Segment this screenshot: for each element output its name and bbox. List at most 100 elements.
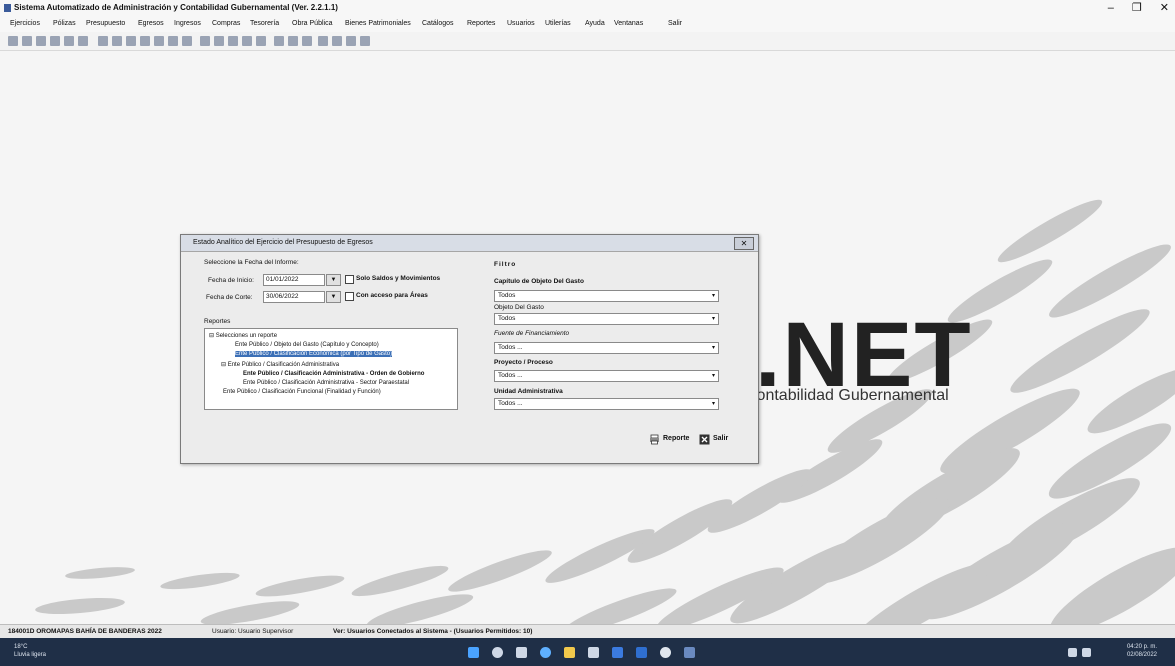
toolbar-icon[interactable] [318,36,328,46]
toolbar-icon[interactable] [360,36,370,46]
menu-ventanas[interactable]: Ventanas [614,16,643,32]
toolbar-icon[interactable] [182,36,192,46]
fecha-corte-calendar-button[interactable]: ▼ [326,291,341,303]
dialog-title-bar[interactable]: Estado Analítico del Ejercicio del Presu… [181,235,758,252]
toolbar-icon[interactable] [154,36,164,46]
taskbar: 18°C Lluvia ligera 04:20 p. m. 02/08/202… [0,638,1175,666]
toolbar-icon[interactable] [50,36,60,46]
menu-utilerias[interactable]: Utilerías [545,16,571,32]
unidad-select[interactable]: Todos ... ▾ [494,398,719,410]
toolbar-icon[interactable] [256,36,266,46]
menu-reportes[interactable]: Reportes [467,16,495,32]
status-bar: 184001D OROMAPAS BAHÍA DE BANDERAS 2022 … [0,624,1175,639]
menu-ayuda[interactable]: Ayuda [585,16,605,32]
menu-usuarios[interactable]: Usuarios [507,16,535,32]
salir-label: Salir [713,435,729,442]
menu-polizas[interactable]: Pólizas [53,16,76,32]
toolbar-icon[interactable] [64,36,74,46]
proyecto-select[interactable]: Todos ... ▾ [494,370,719,382]
menu-presupuesto[interactable]: Presupuesto [86,16,125,32]
solo-saldos-checkbox[interactable] [345,275,354,284]
toolbar-icon[interactable] [274,36,284,46]
unidad-label: Unidad Administrativa [494,388,563,395]
toolbar [0,32,1175,51]
menu-salir[interactable]: Salir [668,16,682,32]
close-window-button[interactable]: ✕ [1160,0,1169,16]
word-icon[interactable] [636,647,647,658]
fuente-select[interactable]: Todos ... ▾ [494,342,719,354]
toolbar-icon[interactable] [78,36,88,46]
app-icon[interactable] [612,647,623,658]
toolbar-icon[interactable] [346,36,356,46]
acceso-areas-checkbox[interactable] [345,292,354,301]
status-ente: 184001D OROMAPAS BAHÍA DE BANDERAS 2022 [8,628,162,635]
tree-node[interactable]: Ente Público / Clasificación Administrat… [243,380,409,386]
store-icon[interactable] [588,647,599,658]
fecha-inicio-input[interactable]: 01/01/2022 [263,274,325,286]
toolbar-icon[interactable] [140,36,150,46]
toolbar-icon[interactable] [228,36,238,46]
toolbar-icon[interactable] [22,36,32,46]
menu-compras[interactable]: Compras [212,16,240,32]
minimize-button[interactable]: – [1108,0,1114,16]
toolbar-icon[interactable] [8,36,18,46]
salir-button[interactable]: Salir [699,432,728,446]
fecha-inicio-label: Fecha de Inicio: [208,277,254,284]
printer-icon [649,434,660,445]
toolbar-icon[interactable] [288,36,298,46]
capitulo-value: Todos [498,292,516,299]
fecha-inicio-calendar-button[interactable]: ▼ [326,274,341,286]
tree-node[interactable]: Ente Público / Clasificación Administrat… [243,371,424,377]
file-explorer-icon[interactable] [564,647,575,658]
dialog-close-button[interactable]: ✕ [734,237,754,250]
tree-node-selected[interactable]: Ente Público / Clasificación Económica (… [235,351,393,357]
task-view-icon[interactable] [516,647,527,658]
tree-node[interactable]: ⊟ Selecciones un reporte [209,332,277,339]
weather-desc: Lluvia ligera [14,652,47,658]
weather-temp: 18°C [14,644,28,650]
chrome-icon[interactable] [660,647,671,658]
capitulo-select[interactable]: Todos ▾ [494,290,719,302]
reportes-label: Reportes [204,318,231,325]
search-icon[interactable] [492,647,503,658]
toolbar-icon[interactable] [98,36,108,46]
chevron-down-icon: ▾ [711,345,715,351]
menu-tesoreria[interactable]: Tesorería [250,16,279,32]
edge-icon[interactable] [540,647,551,658]
menu-bienes-patrimoniales[interactable]: Bienes Patrimoniales [345,16,411,32]
menu-ingresos[interactable]: Ingresos [174,16,201,32]
menu-obra-publica[interactable]: Obra Pública [292,16,332,32]
weather-widget[interactable]: 18°C Lluvia ligera [14,643,46,659]
status-conectados[interactable]: Ver: Usuarios Conectados al Sistema - (U… [333,625,532,639]
tree-node[interactable]: ⊟ Ente Público / Clasificación Administr… [221,361,339,368]
fuente-label: Fuente de Financiamiento [494,330,570,337]
toolbar-icon[interactable] [242,36,252,46]
menu-egresos[interactable]: Egresos [138,16,164,32]
window-controls: – ❐ ✕ [1108,0,1169,16]
windows-start-icon[interactable] [468,647,479,658]
toolbar-icon[interactable] [214,36,224,46]
tree-node[interactable]: Ente Público / Objeto del Gasto (Capítul… [235,342,379,348]
menu-ejercicios[interactable]: Ejercicios [10,16,40,32]
tree-node[interactable]: Ente Público / Clasificación Funcional (… [223,389,381,395]
network-icon[interactable] [1068,648,1077,657]
toolbar-icon[interactable] [112,36,122,46]
reporte-button[interactable]: Reporte [649,432,689,446]
menu-catalogos[interactable]: Catálogos [422,16,454,32]
app-icon [4,4,11,12]
objeto-select[interactable]: Todos ▾ [494,313,719,325]
toolbar-icon[interactable] [126,36,136,46]
toolbar-icon[interactable] [36,36,46,46]
fecha-corte-input[interactable]: 30/06/2022 [263,291,325,303]
clock-time: 04:20 p. m. [1126,644,1157,650]
toolbar-icon[interactable] [168,36,178,46]
app-icon[interactable] [684,647,695,658]
dialog-title: Estado Analítico del Ejercicio del Presu… [193,239,373,246]
chevron-down-icon: ▾ [711,373,715,379]
maximize-button[interactable]: ❐ [1132,0,1142,16]
toolbar-icon[interactable] [200,36,210,46]
toolbar-icon[interactable] [332,36,342,46]
volume-icon[interactable] [1082,648,1091,657]
clock[interactable]: 04:20 p. m. 02/08/2022 [1127,643,1157,659]
toolbar-icon[interactable] [302,36,312,46]
